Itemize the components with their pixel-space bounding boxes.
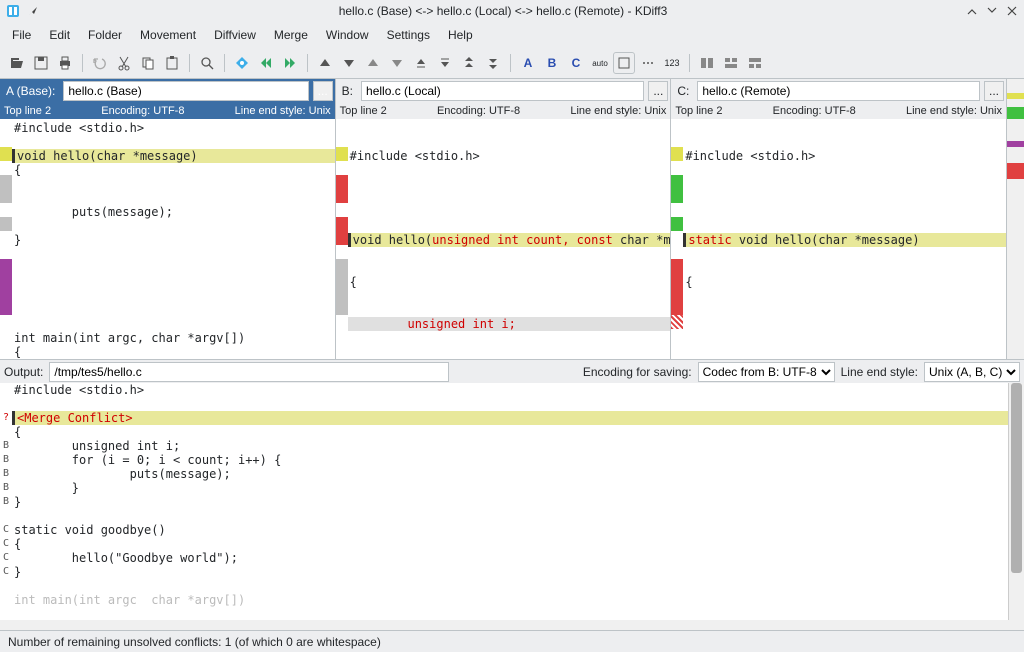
titlebar: hello.c (Base) <-> hello.c (Local) <-> h… bbox=[0, 0, 1024, 22]
up-icon[interactable] bbox=[314, 52, 336, 74]
pane-c-body[interactable]: #include <stdio.h> static void hello(cha… bbox=[671, 119, 1006, 359]
lineend-label: Line end style: bbox=[841, 365, 918, 379]
pane-b-gutter bbox=[336, 119, 348, 359]
lineend-select[interactable]: Unix (A, B, C) bbox=[924, 362, 1020, 382]
pane-b-header: B: ... bbox=[336, 79, 671, 103]
select-b-button[interactable]: B bbox=[541, 52, 563, 74]
print-icon[interactable] bbox=[54, 52, 76, 74]
pane-c-gutter bbox=[671, 119, 683, 359]
up-line-icon[interactable] bbox=[410, 52, 432, 74]
goto-current-icon[interactable] bbox=[231, 52, 253, 74]
pane-c-header: C: ... bbox=[671, 79, 1006, 103]
merge-header: Output: Encoding for saving: Codec from … bbox=[0, 359, 1024, 383]
menu-help[interactable]: Help bbox=[448, 28, 473, 42]
output-path-input[interactable] bbox=[49, 362, 449, 382]
pane-c-input[interactable] bbox=[697, 81, 980, 101]
status-text: Number of remaining unsolved conflicts: … bbox=[8, 635, 381, 649]
pane-a-browse[interactable]: ... bbox=[313, 81, 333, 101]
menu-movement[interactable]: Movement bbox=[140, 28, 196, 42]
pin-icon[interactable] bbox=[26, 4, 40, 18]
menu-diffview[interactable]: Diffview bbox=[214, 28, 256, 42]
pane-a-body[interactable]: #include <stdio.h>void hello(char *messa… bbox=[0, 119, 335, 359]
pane-a-label: A (Base): bbox=[2, 84, 59, 98]
next-conflict-icon[interactable] bbox=[279, 52, 301, 74]
down-line-icon[interactable] bbox=[434, 52, 456, 74]
pane-a: A (Base): ... Top line 2 Encoding: UTF-8… bbox=[0, 79, 336, 359]
minimize-icon[interactable] bbox=[966, 5, 978, 17]
search-icon[interactable] bbox=[196, 52, 218, 74]
save-icon[interactable] bbox=[30, 52, 52, 74]
pane-b-browse[interactable]: ... bbox=[648, 81, 668, 101]
pane-c-browse[interactable]: ... bbox=[984, 81, 1004, 101]
paste-icon[interactable] bbox=[161, 52, 183, 74]
pane-a-header: A (Base): ... bbox=[0, 79, 335, 103]
diff-panes: A (Base): ... Top line 2 Encoding: UTF-8… bbox=[0, 79, 1006, 359]
output-label: Output: bbox=[4, 365, 43, 379]
menu-edit[interactable]: Edit bbox=[49, 28, 70, 42]
menu-folder[interactable]: Folder bbox=[88, 28, 122, 42]
prev-conflict-icon[interactable] bbox=[255, 52, 277, 74]
select-c-button[interactable]: C bbox=[565, 52, 587, 74]
merge-gutter: ?BBBBBCCCC bbox=[0, 383, 12, 620]
pane-a-gutter bbox=[0, 119, 12, 359]
menu-settings[interactable]: Settings bbox=[387, 28, 430, 42]
down-dbl-icon[interactable] bbox=[482, 52, 504, 74]
close-icon[interactable] bbox=[1006, 5, 1018, 17]
pane-a-input[interactable] bbox=[63, 81, 308, 101]
app-icon bbox=[6, 4, 20, 18]
pane-c-label: C: bbox=[673, 84, 693, 98]
encoding-saving-label: Encoding for saving: bbox=[583, 365, 692, 379]
down2-icon[interactable] bbox=[386, 52, 408, 74]
menu-file[interactable]: File bbox=[12, 28, 31, 42]
menu-merge[interactable]: Merge bbox=[274, 28, 308, 42]
down-icon[interactable] bbox=[338, 52, 360, 74]
select-a-button[interactable]: A bbox=[517, 52, 539, 74]
open-icon[interactable] bbox=[6, 52, 28, 74]
menubar: File Edit Folder Movement Diffview Merge… bbox=[0, 22, 1024, 48]
pane-c: C: ... Top line 2 Encoding: UTF-8 Line e… bbox=[671, 79, 1006, 359]
undo-icon[interactable] bbox=[89, 52, 111, 74]
menu-window[interactable]: Window bbox=[326, 28, 369, 42]
unsolved-button[interactable] bbox=[613, 52, 635, 74]
copy-icon[interactable] bbox=[137, 52, 159, 74]
window-title: hello.c (Base) <-> hello.c (Local) <-> h… bbox=[40, 4, 966, 18]
encoding-saving-select[interactable]: Codec from B: UTF-8 bbox=[698, 362, 835, 382]
split2-icon[interactable] bbox=[720, 52, 742, 74]
pane-b-label: B: bbox=[338, 84, 357, 98]
merge-scrollbar[interactable] bbox=[1008, 383, 1024, 620]
pane-b-input[interactable] bbox=[361, 81, 644, 101]
show-whitespace-icon[interactable] bbox=[637, 52, 659, 74]
pane-c-info: Top line 2 Encoding: UTF-8 Line end styl… bbox=[671, 103, 1006, 119]
statusbar: Number of remaining unsolved conflicts: … bbox=[0, 630, 1024, 652]
pane-b-body[interactable]: #include <stdio.h> void hello(unsigned i… bbox=[336, 119, 671, 359]
toolbar: A B C auto 123 bbox=[0, 48, 1024, 79]
show-numbers-button[interactable]: 123 bbox=[661, 52, 683, 74]
split-icon[interactable] bbox=[696, 52, 718, 74]
pane-b-info: Top line 2 Encoding: UTF-8 Line end styl… bbox=[336, 103, 671, 119]
up2-icon[interactable] bbox=[362, 52, 384, 74]
pane-b: B: ... Top line 2 Encoding: UTF-8 Line e… bbox=[336, 79, 672, 359]
up-dbl-icon[interactable] bbox=[458, 52, 480, 74]
maximize-icon[interactable] bbox=[986, 5, 998, 17]
overview-strip[interactable] bbox=[1006, 79, 1024, 359]
merge-body[interactable]: ?BBBBBCCCC #include <stdio.h><Merge Conf… bbox=[0, 383, 1024, 620]
auto-button[interactable]: auto bbox=[589, 52, 611, 74]
merge-hscroll[interactable] bbox=[0, 620, 1024, 630]
split3-icon[interactable] bbox=[744, 52, 766, 74]
cut-icon[interactable] bbox=[113, 52, 135, 74]
pane-a-info: Top line 2 Encoding: UTF-8 Line end styl… bbox=[0, 103, 335, 119]
